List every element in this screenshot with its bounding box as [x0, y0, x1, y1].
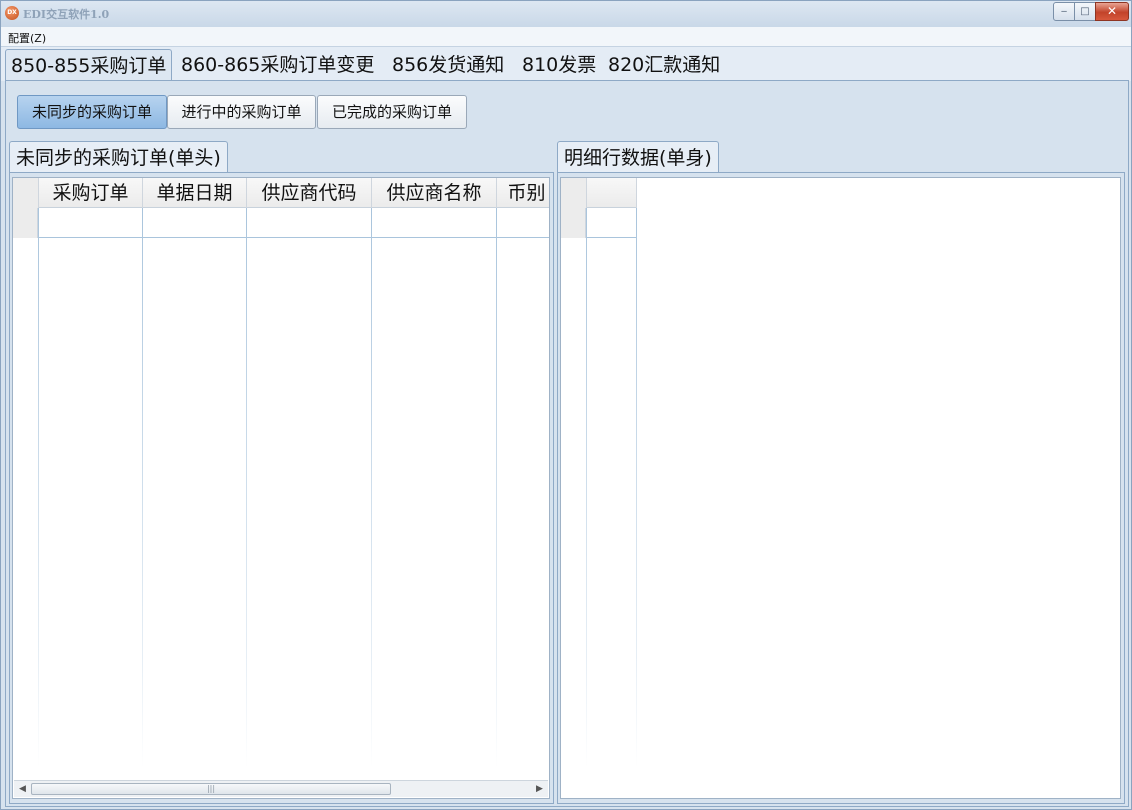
column-header-doc-date[interactable]: 单据日期 [143, 178, 247, 208]
grid-column-divider [586, 208, 587, 768]
row-indicator[interactable] [13, 208, 38, 238]
top-tab-strip: 850-855采购订单 860-865采购订单变更 856发货通知 810发票 … [1, 47, 1131, 81]
maximize-button[interactable]: □ [1074, 2, 1096, 21]
column-header-supplier-code[interactable]: 供应商代码 [247, 178, 372, 208]
grid-column-divider [496, 208, 497, 768]
horizontal-scrollbar[interactable]: ◀ ||| ▶ [14, 780, 548, 797]
tab-810-invoice[interactable]: 810发票 [522, 49, 596, 81]
header-panel-tab[interactable]: 未同步的采购订单(单头) [9, 141, 228, 173]
scrollbar-thumb[interactable]: ||| [31, 783, 391, 795]
detail-grid-column-headers [561, 178, 637, 208]
detail-grid[interactable] [560, 177, 1121, 799]
menu-bar: 配置(Z) [1, 27, 1131, 47]
detail-panel-tab[interactable]: 明细行数据(单身) [557, 141, 719, 173]
grid-column-divider [636, 208, 637, 768]
window-title: EDI交互软件1.0 [23, 8, 110, 21]
grid-column-divider [38, 208, 39, 768]
grid-column-divider [371, 208, 372, 768]
unsynced-orders-button[interactable]: 未同步的采购订单 [17, 95, 167, 129]
column-header-blank[interactable] [587, 178, 637, 208]
grid-corner-cell [561, 178, 587, 208]
column-header-po-number[interactable]: 采购订单 [39, 178, 143, 208]
close-button[interactable]: ✕ [1095, 2, 1129, 21]
tab-850-855-purchase-order[interactable]: 850-855采购订单 [5, 49, 173, 81]
table-row[interactable] [586, 208, 636, 238]
tab-856-ship-notice[interactable]: 856发货通知 [392, 49, 504, 81]
completed-orders-button[interactable]: 已完成的采购订单 [317, 95, 467, 129]
grid-corner-cell [13, 178, 39, 208]
table-row[interactable] [38, 208, 549, 238]
tab-860-865-po-change[interactable]: 860-865采购订单变更 [181, 49, 374, 81]
header-grid-column-headers: 采购订单 单据日期 供应商代码 供应商名称 币别 [13, 178, 549, 208]
row-indicator[interactable] [561, 208, 586, 238]
column-header-currency[interactable]: 币别 [497, 178, 549, 208]
in-progress-orders-button[interactable]: 进行中的采购订单 [167, 95, 316, 129]
title-bar: DX EDI交互软件1.0 ‒ □ ✕ [1, 1, 1131, 27]
grid-column-divider [142, 208, 143, 768]
minimize-button[interactable]: ‒ [1053, 2, 1075, 21]
column-header-supplier-name[interactable]: 供应商名称 [372, 178, 497, 208]
grid-column-divider [246, 208, 247, 768]
header-grid[interactable]: 采购订单 单据日期 供应商代码 供应商名称 币别 [12, 177, 550, 799]
app-window: DX EDI交互软件1.0 ‒ □ ✕ 配置(Z) 850-855采购订单 86… [0, 0, 1132, 810]
scroll-left-arrow-icon[interactable]: ◀ [14, 781, 31, 797]
scroll-right-arrow-icon[interactable]: ▶ [531, 781, 548, 797]
app-logo-icon: DX [5, 6, 19, 20]
menu-config[interactable]: 配置(Z) [8, 30, 46, 46]
tab-820-remittance[interactable]: 820汇款通知 [608, 49, 720, 81]
